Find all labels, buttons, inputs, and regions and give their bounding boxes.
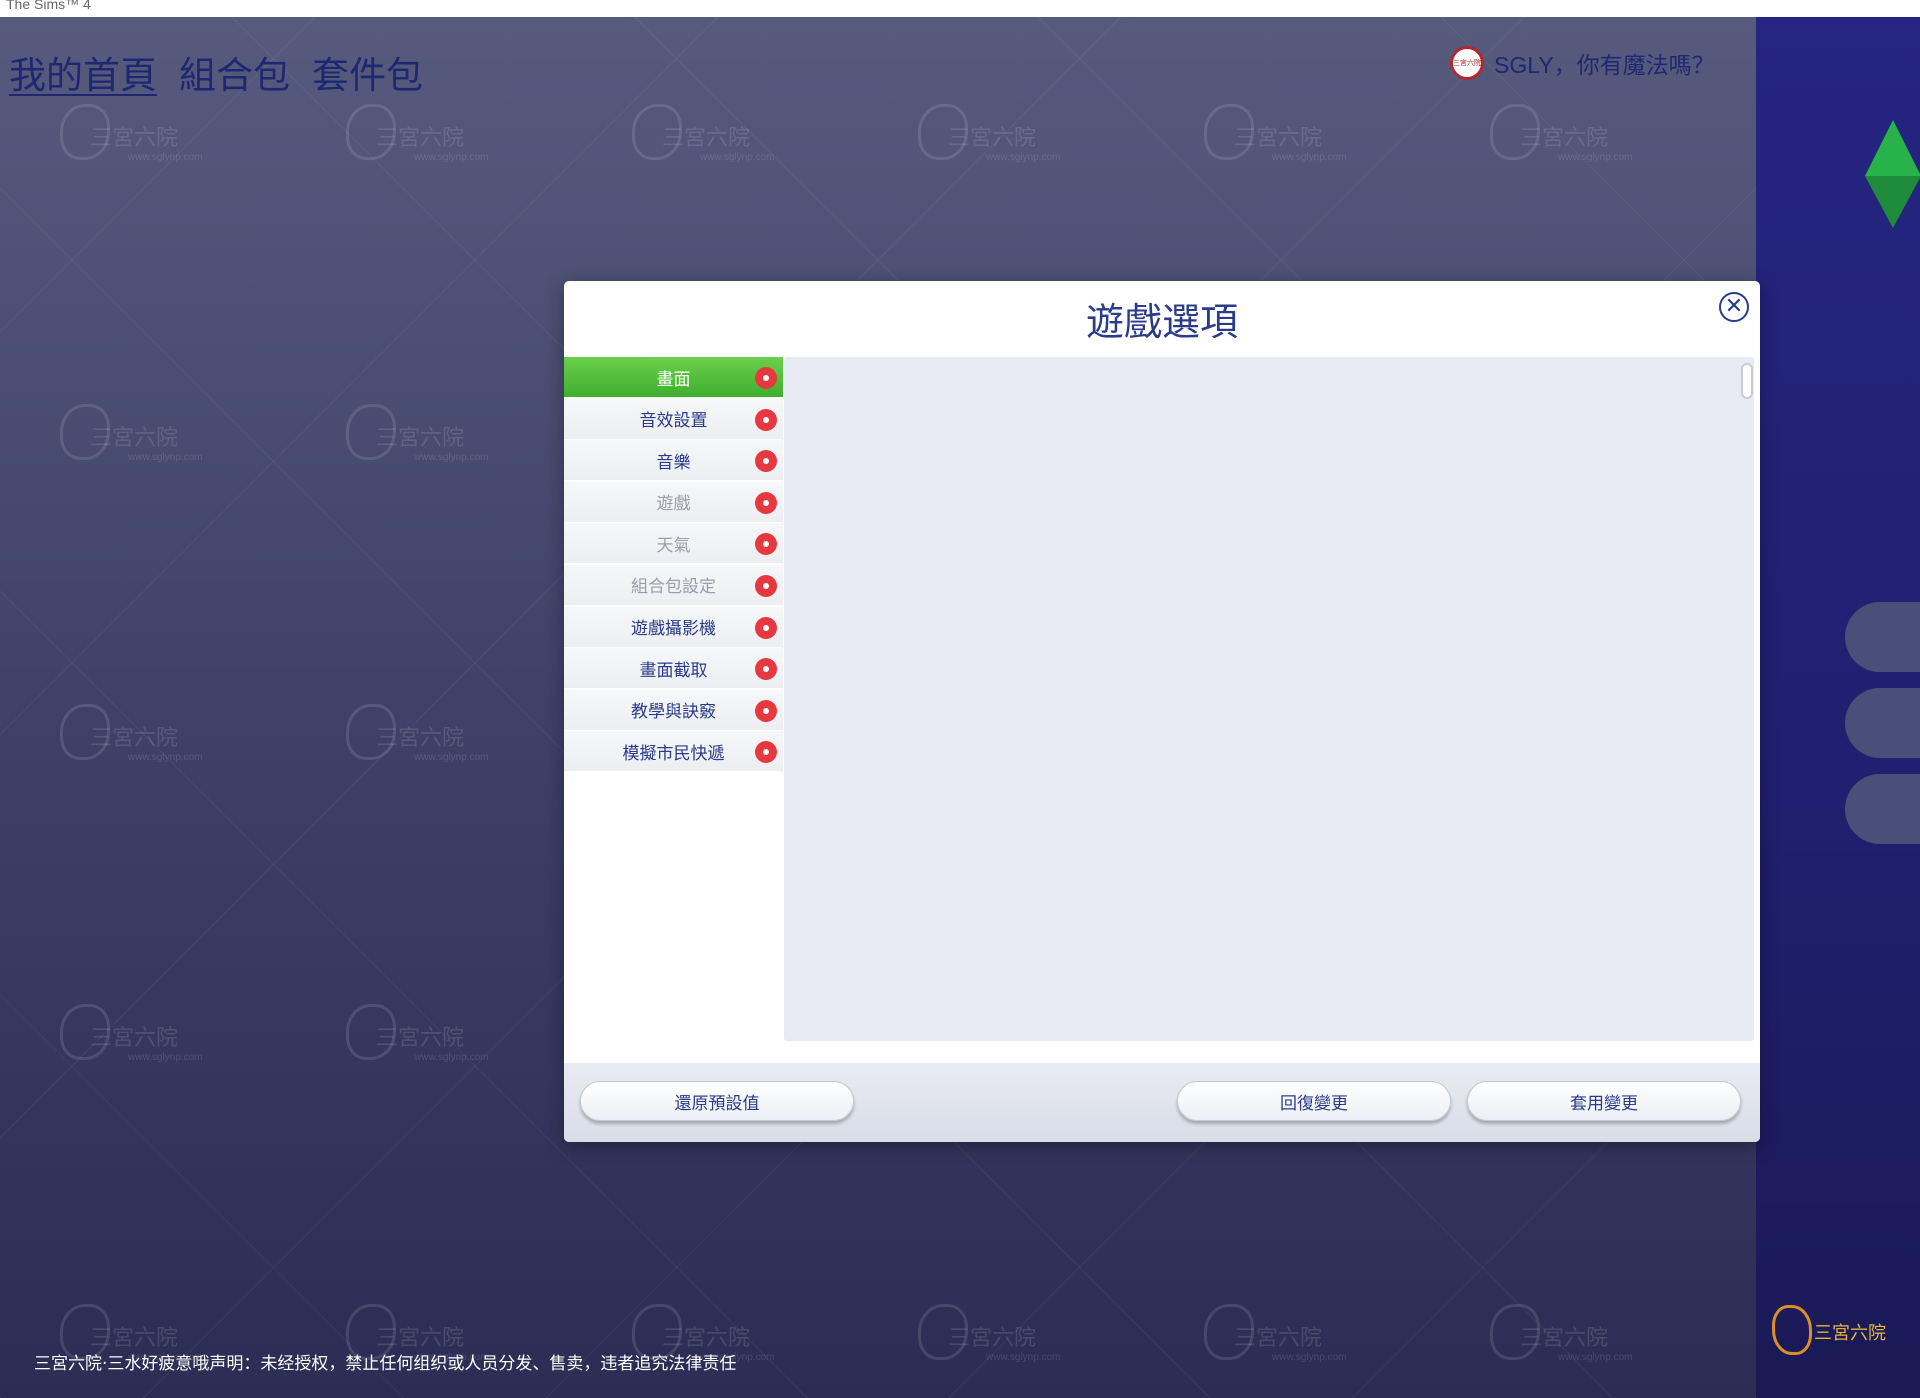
side-menu-button-2[interactable] xyxy=(1845,688,1920,758)
watermark: 三宮六院www.sglynp.com xyxy=(1490,104,1632,163)
nav-expansion-packs[interactable]: 組合包 xyxy=(179,45,290,99)
side-menu-button-1[interactable] xyxy=(1845,602,1920,672)
menu-item-pack-settings[interactable]: 組合包設定 xyxy=(564,564,783,605)
watermark: 三宮六院www.sglynp.com xyxy=(346,104,488,163)
new-badge-icon xyxy=(755,533,777,556)
new-badge-icon xyxy=(755,699,777,722)
revert-changes-button[interactable]: 回復變更 xyxy=(1177,1081,1451,1121)
new-badge-icon xyxy=(755,658,777,681)
menu-item-weather[interactable]: 天氣 xyxy=(564,523,783,564)
watermark: 三宮六院www.sglynp.com xyxy=(346,1004,488,1063)
nav-home[interactable]: 我的首頁 xyxy=(9,45,157,99)
user-greeting: SGLY，你有魔法嗎？ xyxy=(1494,52,1715,78)
top-navigation: 我的首頁 組合包 套件包 xyxy=(9,45,423,99)
plumbob-icon xyxy=(1865,120,1920,176)
watermark: 三宮六院www.sglynp.com xyxy=(60,104,202,163)
menu-item-screenshot[interactable]: 畫面截取 xyxy=(564,648,783,689)
site-logo-text: 三宮六院 xyxy=(1814,1323,1886,1344)
menu-item-graphics[interactable]: 畫面 xyxy=(564,357,783,397)
menu-item-tutorial[interactable]: 教學與訣竅 xyxy=(564,689,783,730)
window-title: The Sims™ 4 xyxy=(6,0,91,12)
menu-item-label: 模擬市民快遞 xyxy=(622,743,725,764)
new-badge-icon xyxy=(755,491,777,514)
close-icon: ✕ xyxy=(1724,294,1744,319)
new-badge-icon xyxy=(755,574,777,597)
reset-defaults-button[interactable]: 還原預設值 xyxy=(580,1081,854,1121)
new-badge-icon xyxy=(755,741,777,764)
site-logo: 三宮六院 xyxy=(1772,1305,1892,1361)
new-badge-icon xyxy=(755,408,777,431)
dragon-logo-icon xyxy=(1772,1305,1812,1355)
apply-changes-button[interactable]: 套用變更 xyxy=(1467,1081,1741,1121)
watermark: 三宮六院www.sglynp.com xyxy=(60,1004,202,1063)
watermark: 三宮六院www.sglynp.com xyxy=(1490,1304,1632,1363)
menu-item-label: 教學與訣竅 xyxy=(631,702,716,723)
options-menu: 畫面 音效設置 音樂 遊戲 天氣 組合包設定 遊戲攝影機 畫面截取 教學與訣竅 … xyxy=(564,357,783,773)
options-content-panel xyxy=(784,357,1754,1041)
window-title-bar: The Sims™ 4 xyxy=(0,0,1920,17)
watermark: 三宮六院www.sglynp.com xyxy=(60,404,202,463)
menu-item-gameplay[interactable]: 遊戲 xyxy=(564,481,783,522)
new-badge-icon xyxy=(755,450,777,473)
menu-item-label: 遊戲攝影機 xyxy=(631,619,716,640)
new-badge-icon xyxy=(755,616,777,639)
menu-item-label: 畫面截取 xyxy=(639,660,708,681)
dialog-footer: 還原預設值 回復變更 套用變更 xyxy=(564,1063,1760,1142)
dialog-title: 遊戲選項 xyxy=(1085,300,1238,344)
menu-item-simsdelivery[interactable]: 模擬市民快遞 xyxy=(564,731,783,772)
watermark: 三宮六院www.sglynp.com xyxy=(346,404,488,463)
watermark: 三宮六院www.sglynp.com xyxy=(1204,104,1346,163)
watermark: 三宮六院www.sglynp.com xyxy=(632,104,774,163)
new-badge-icon xyxy=(755,367,777,389)
menu-item-label: 組合包設定 xyxy=(631,577,716,598)
menu-item-camera[interactable]: 遊戲攝影機 xyxy=(564,606,783,647)
close-button[interactable]: ✕ xyxy=(1719,292,1749,322)
watermark: 三宮六院www.sglynp.com xyxy=(918,104,1060,163)
scrollbar-thumb[interactable] xyxy=(1741,363,1753,399)
menu-item-music[interactable]: 音樂 xyxy=(564,440,783,481)
menu-item-label: 遊戲 xyxy=(656,494,691,515)
copyright-disclaimer: 三宮六院·三水好疲意哦声明：未经授权，禁止任何组织或人员分发、售卖，违者追究法律… xyxy=(34,1354,737,1374)
menu-item-label: 音效設置 xyxy=(639,411,708,432)
user-profile[interactable]: 三宮六院 SGLY，你有魔法嗎？ xyxy=(1450,46,1715,80)
watermark: 三宮六院www.sglynp.com xyxy=(1204,1304,1346,1363)
plumbob-lower-icon xyxy=(1865,176,1920,228)
menu-item-label: 音樂 xyxy=(656,452,691,473)
menu-item-label: 天氣 xyxy=(656,535,691,556)
menu-item-audio[interactable]: 音效設置 xyxy=(564,398,783,439)
watermark: 三宮六院www.sglynp.com xyxy=(346,704,488,763)
side-menu-button-3[interactable] xyxy=(1845,774,1920,844)
game-options-dialog: 遊戲選項 ✕ 畫面 音效設置 音樂 遊戲 天氣 組合包設定 遊戲攝影機 畫面截取… xyxy=(564,281,1760,1142)
nav-stuff-packs[interactable]: 套件包 xyxy=(312,45,423,99)
watermark: 三宮六院www.sglynp.com xyxy=(60,704,202,763)
menu-item-label: 畫面 xyxy=(656,369,691,390)
watermark: 三宮六院www.sglynp.com xyxy=(918,1304,1060,1363)
avatar[interactable]: 三宮六院 xyxy=(1450,46,1484,80)
avatar-text: 三宮六院 xyxy=(1453,59,1481,67)
